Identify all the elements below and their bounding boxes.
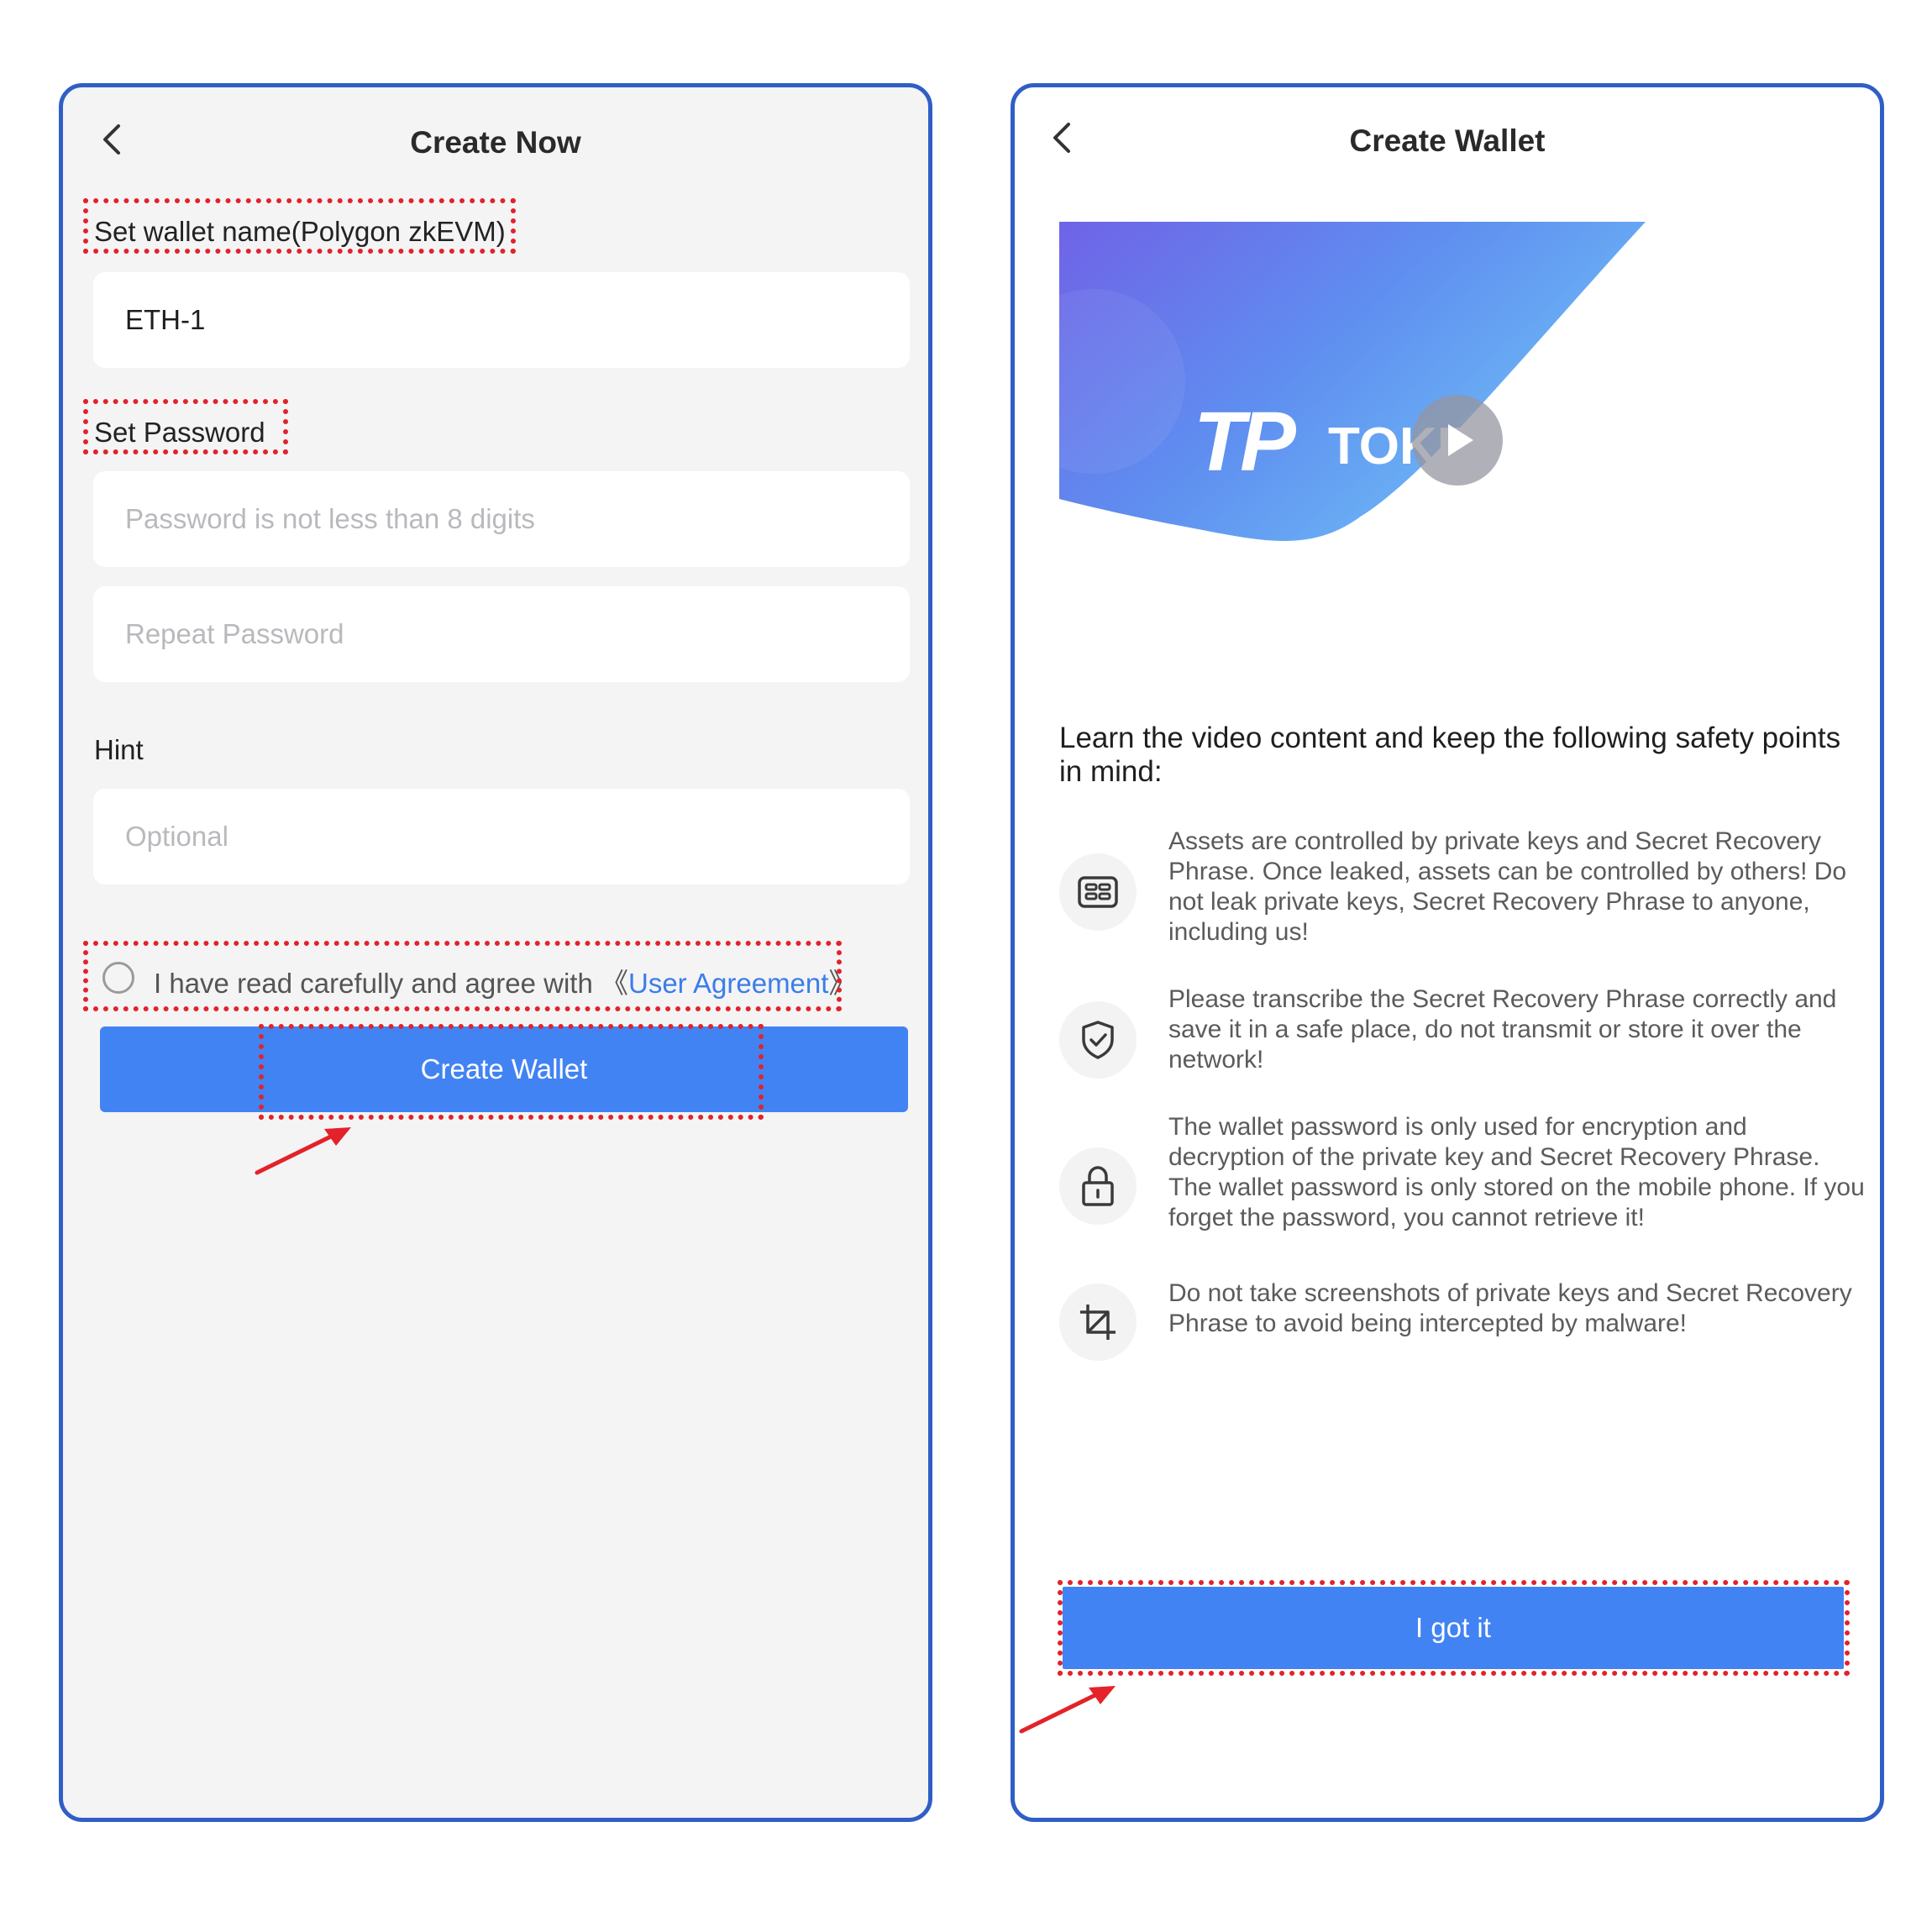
agree-checkbox[interactable] xyxy=(102,962,134,994)
safety-point: Please transcribe the Secret Recovery Ph… xyxy=(1059,984,1866,1094)
hint-label: Hint xyxy=(94,734,144,765)
keys-card-icon xyxy=(1059,853,1137,931)
create-now-screen: Create Now Set wallet name(Polygon zkEVM… xyxy=(59,83,932,1822)
hint-input[interactable]: Optional xyxy=(93,789,910,885)
agreement-bracket-open: 《 xyxy=(600,968,628,999)
wallet-name-value: ETH-1 xyxy=(125,304,206,335)
repeat-password-input[interactable]: Repeat Password xyxy=(93,586,910,682)
video-banner[interactable]: TP TOKEN POCKET xyxy=(1015,222,1773,617)
lock-icon xyxy=(1059,1147,1137,1225)
crop-icon xyxy=(1059,1284,1137,1361)
safety-point: Assets are controlled by private keys an… xyxy=(1059,827,1866,953)
agreement-bracket-close: 》 xyxy=(828,968,857,999)
pointer-arrow-icon xyxy=(1019,1686,1116,1734)
token-pocket-logo-text: TOKEN POCKET xyxy=(1328,417,1741,475)
safety-point-text: Assets are controlled by private keys an… xyxy=(1168,827,1847,946)
password-input[interactable]: Password is not less than 8 digits xyxy=(93,471,910,567)
tp-logo-mark: TP xyxy=(1194,395,1296,489)
agreement-text: I have read carefully and agree with 《Us… xyxy=(154,961,856,1001)
safety-point: The wallet password is only used for enc… xyxy=(1059,1112,1866,1247)
shield-check-icon xyxy=(1059,1001,1137,1079)
wallet-name-label: Set wallet name(Polygon zkEVM) xyxy=(94,216,506,247)
i-got-it-label: I got it xyxy=(1415,1612,1491,1643)
safety-point-text: The wallet password is only used for enc… xyxy=(1168,1113,1865,1231)
password-placeholder: Password is not less than 8 digits xyxy=(125,503,535,534)
create-wallet-screen: Create Wallet TP TOKEN POCKET Learn the … xyxy=(1011,83,1884,1822)
password-label: Set Password xyxy=(94,417,265,448)
safety-point-text: Do not take screenshots of private keys … xyxy=(1168,1279,1852,1337)
hint-placeholder: Optional xyxy=(125,821,228,852)
safety-intro: Learn the video content and keep the fol… xyxy=(1059,722,1841,788)
pointer-arrow-icon xyxy=(255,1127,351,1175)
create-wallet-label: Create Wallet xyxy=(420,1053,588,1084)
i-got-it-button[interactable]: I got it xyxy=(1063,1587,1844,1669)
create-wallet-button[interactable]: Create Wallet xyxy=(100,1026,908,1112)
repeat-password-placeholder: Repeat Password xyxy=(125,618,344,649)
page-title: Create Now xyxy=(410,125,581,160)
safety-point: Do not take screenshots of private keys … xyxy=(1059,1278,1866,1362)
agreement-prefix: I have read carefully and agree with xyxy=(154,968,601,999)
user-agreement-link[interactable]: User Agreement xyxy=(628,968,828,999)
play-button[interactable] xyxy=(1412,395,1503,486)
page-title: Create Wallet xyxy=(1349,123,1546,158)
wallet-name-input[interactable]: ETH-1 xyxy=(93,272,910,368)
safety-point-text: Please transcribe the Secret Recovery Ph… xyxy=(1168,985,1837,1074)
play-icon xyxy=(1448,424,1473,456)
